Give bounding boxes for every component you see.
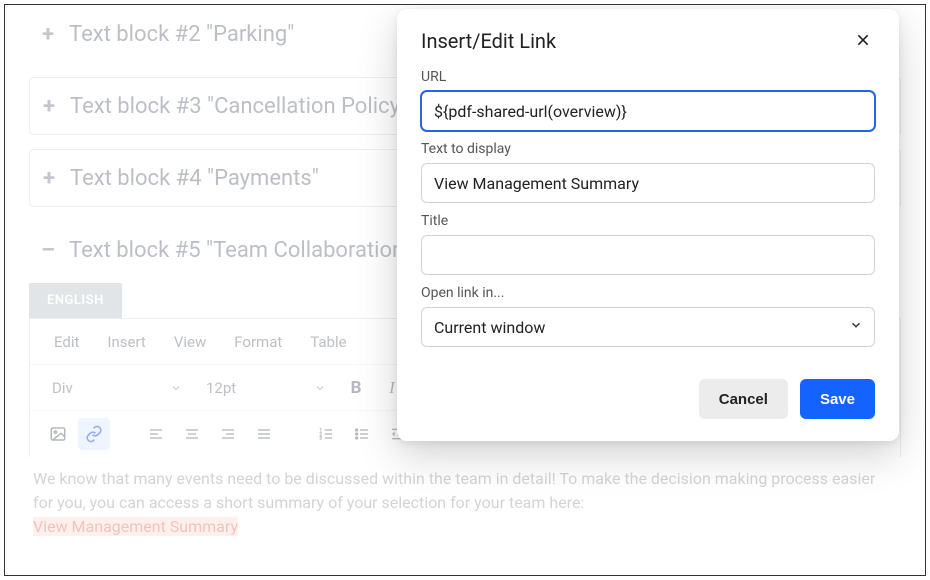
ordered-list-button[interactable]: 123 <box>310 418 342 450</box>
title-input[interactable] <box>421 235 875 275</box>
menu-edit[interactable]: Edit <box>42 329 91 355</box>
font-size-value: 12pt <box>206 379 236 397</box>
insert-link-button[interactable] <box>78 418 110 450</box>
expand-icon: + <box>37 22 59 47</box>
save-button[interactable]: Save <box>800 379 875 419</box>
cancel-button[interactable]: Cancel <box>699 379 788 419</box>
align-justify-icon <box>256 426 272 442</box>
svg-text:2: 2 <box>319 431 322 437</box>
menu-insert[interactable]: Insert <box>95 329 157 355</box>
open-link-in-select[interactable] <box>421 307 875 347</box>
collapse-icon: – <box>37 238 59 263</box>
text-to-display-label: Text to display <box>421 141 875 157</box>
text-block-label: Text block #5 "Team Collaboration" <box>69 238 410 263</box>
align-center-button[interactable] <box>176 418 208 450</box>
block-format-value: Div <box>52 379 73 397</box>
expand-icon: + <box>38 94 60 119</box>
menu-view[interactable]: View <box>162 329 218 355</box>
dialog-title: Insert/Edit Link <box>421 29 556 53</box>
align-right-icon <box>220 426 236 442</box>
close-button[interactable] <box>851 27 875 55</box>
svg-text:1: 1 <box>319 427 322 433</box>
expand-icon: + <box>38 166 60 191</box>
insert-image-button[interactable] <box>42 418 74 450</box>
title-label: Title <box>421 213 875 229</box>
align-right-button[interactable] <box>212 418 244 450</box>
align-left-icon <box>148 426 164 442</box>
url-label: URL <box>421 69 875 85</box>
unordered-list-icon <box>354 426 370 442</box>
image-icon <box>49 425 67 443</box>
body-paragraph: We know that many events need to be disc… <box>33 469 875 512</box>
svg-text:3: 3 <box>319 435 322 441</box>
chevron-down-icon <box>314 382 326 394</box>
text-to-display-input[interactable] <box>421 163 875 203</box>
text-block-label: Text block #2 "Parking" <box>69 22 294 47</box>
link-icon <box>85 425 103 443</box>
menu-table[interactable]: Table <box>298 329 358 355</box>
font-size-select[interactable]: 12pt <box>196 375 336 401</box>
menu-format[interactable]: Format <box>222 329 294 355</box>
chevron-down-icon <box>170 382 182 394</box>
block-format-select[interactable]: Div <box>42 375 192 401</box>
align-left-button[interactable] <box>140 418 172 450</box>
url-input[interactable] <box>421 91 875 131</box>
tab-english[interactable]: ENGLISH <box>29 283 122 318</box>
align-center-icon <box>184 426 200 442</box>
text-block-label: Text block #3 "Cancellation Policy" <box>70 94 407 119</box>
text-block-label: Text block #4 "Payments" <box>70 166 319 191</box>
open-link-in-label: Open link in... <box>421 285 875 301</box>
bold-button[interactable]: B <box>340 372 372 404</box>
align-justify-button[interactable] <box>248 418 280 450</box>
ordered-list-icon: 123 <box>318 426 334 442</box>
editor-content[interactable]: We know that many events need to be disc… <box>29 457 901 543</box>
insert-link-dialog: Insert/Edit Link URL Text to display Tit… <box>397 9 899 441</box>
close-icon <box>855 32 871 48</box>
unordered-list-button[interactable] <box>346 418 378 450</box>
selected-link-text[interactable]: View Management Summary <box>33 517 238 536</box>
